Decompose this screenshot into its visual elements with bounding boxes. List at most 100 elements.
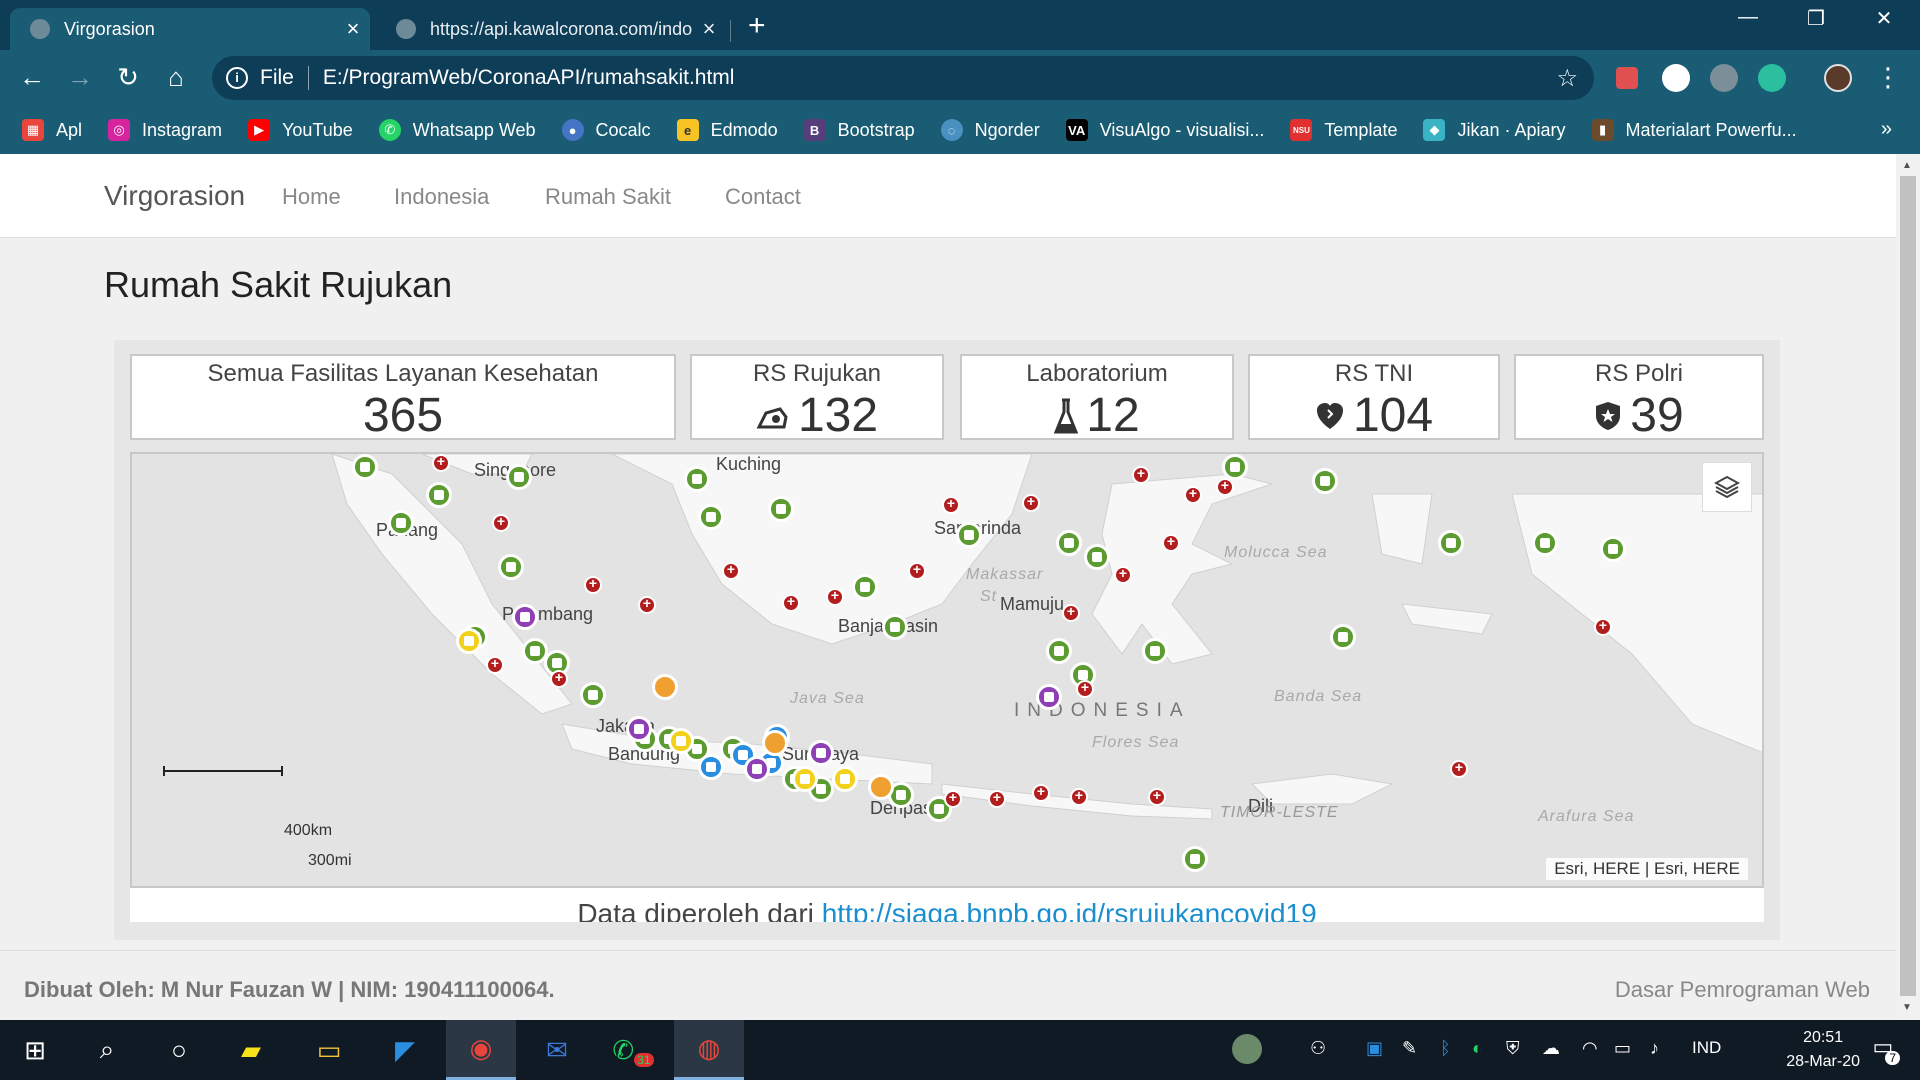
- hospital-marker[interactable]: [1330, 624, 1356, 650]
- hospital-marker[interactable]: [1114, 565, 1132, 584]
- hospital-marker[interactable]: [762, 730, 788, 756]
- tab-virgorasion[interactable]: Virgorasion ×: [10, 8, 370, 50]
- hospital-marker[interactable]: [698, 504, 724, 530]
- bookmark-apiary[interactable]: ◆ Jikan · Apiary: [1423, 119, 1566, 141]
- hospital-marker[interactable]: [584, 575, 602, 594]
- hospital-marker[interactable]: [944, 789, 962, 808]
- profile-avatar[interactable]: [1824, 64, 1852, 92]
- close-window-button[interactable]: ✕: [1854, 6, 1914, 31]
- hospital-marker[interactable]: [638, 595, 656, 614]
- hospital-marker[interactable]: [486, 655, 504, 674]
- app-icon[interactable]: ◍: [674, 1020, 744, 1080]
- hospital-marker[interactable]: [1438, 530, 1464, 556]
- hospital-marker[interactable]: [768, 496, 794, 522]
- hospital-marker[interactable]: [352, 454, 378, 480]
- back-icon[interactable]: ←: [14, 62, 50, 92]
- bookmark-template[interactable]: NSU Template: [1290, 119, 1397, 141]
- zoom-icon[interactable]: ▣: [1366, 1038, 1383, 1059]
- scrollbar-thumb[interactable]: [1900, 176, 1916, 996]
- onedrive-icon[interactable]: ☁: [1542, 1038, 1560, 1059]
- bookmark-visualgo[interactable]: VA VisuAlgo - visualisi...: [1065, 119, 1264, 141]
- hospital-marker[interactable]: [1056, 530, 1082, 556]
- hospital-marker[interactable]: [1142, 638, 1168, 664]
- hospital-marker[interactable]: [1216, 477, 1234, 496]
- cortana-icon[interactable]: ○: [144, 1020, 214, 1080]
- layers-button[interactable]: [1702, 462, 1752, 512]
- new-tab-button[interactable]: +: [748, 8, 766, 44]
- hospital-marker[interactable]: [668, 728, 694, 754]
- bookmark-bootstrap[interactable]: B Bootstrap: [803, 119, 915, 141]
- bookmark-ngorder[interactable]: ◌ Ngorder: [940, 119, 1040, 141]
- source-link[interactable]: http://siaga.bnpb.go.id/rsrujukancovid19: [822, 898, 1317, 922]
- hospital-marker[interactable]: [498, 554, 524, 580]
- hospital-marker[interactable]: [426, 482, 452, 508]
- reload-icon[interactable]: ↻: [110, 62, 146, 92]
- bookmark-cocalc[interactable]: ● Cocalc: [561, 119, 651, 141]
- hospital-marker[interactable]: [882, 614, 908, 640]
- hospital-marker[interactable]: [492, 513, 510, 532]
- bluetooth-icon[interactable]: ᛒ: [1440, 1038, 1451, 1059]
- hospital-marker[interactable]: [1450, 759, 1468, 778]
- forward-icon[interactable]: →: [62, 62, 98, 92]
- bookmark-instagram[interactable]: ◎ Instagram: [108, 119, 222, 141]
- hospital-marker[interactable]: [1062, 603, 1080, 622]
- page-scrollbar[interactable]: ▲ ▼: [1896, 154, 1920, 1020]
- bookmark-whatsapp[interactable]: ✆ Whatsapp Web: [378, 119, 536, 141]
- chrome-icon[interactable]: ◉: [446, 1020, 516, 1080]
- volume-icon[interactable]: ♪: [1650, 1038, 1659, 1059]
- bookmark-materialart[interactable]: ▮ Materialart Powerfu...: [1591, 119, 1797, 141]
- start-windows-icon[interactable]: ⊞: [0, 1020, 70, 1080]
- system-clock[interactable]: 20:51 28-Mar-20: [1786, 1026, 1860, 1074]
- hospital-marker[interactable]: [1022, 493, 1040, 512]
- hospital-marker[interactable]: [1162, 533, 1180, 552]
- people-icon[interactable]: ⚇: [1310, 1038, 1326, 1059]
- file-explorer-icon[interactable]: ▭: [294, 1020, 364, 1080]
- hospital-marker[interactable]: [1184, 485, 1202, 504]
- bookmark-youtube[interactable]: ▶ YouTube: [248, 119, 353, 141]
- home-icon[interactable]: ⌂: [158, 62, 194, 92]
- hospital-marker[interactable]: [512, 604, 538, 630]
- close-tab-icon[interactable]: ×: [336, 16, 370, 42]
- hospital-marker[interactable]: [626, 716, 652, 742]
- hospital-marker[interactable]: [988, 789, 1006, 808]
- bookmark-apl[interactable]: ▦ Apl: [22, 119, 82, 141]
- hospital-marker[interactable]: [722, 561, 740, 580]
- hospital-marker[interactable]: [550, 669, 568, 688]
- hospital-marker[interactable]: [852, 574, 878, 600]
- vscode-icon[interactable]: ◤: [370, 1020, 440, 1080]
- hospital-marker[interactable]: [1312, 468, 1338, 494]
- hospital-marker[interactable]: [868, 774, 894, 800]
- wifi-icon[interactable]: ◠: [1582, 1038, 1598, 1059]
- hospital-marker[interactable]: [808, 740, 834, 766]
- search-icon[interactable]: ⌕: [72, 1020, 142, 1080]
- notification-center-icon[interactable]: ▭7: [1873, 1034, 1908, 1065]
- hospital-marker[interactable]: [1182, 846, 1208, 872]
- close-tab-icon[interactable]: ×: [692, 16, 726, 42]
- hospital-marker[interactable]: [744, 756, 770, 782]
- sticky-notes-icon[interactable]: ▰: [216, 1020, 286, 1080]
- hospital-marker[interactable]: [1076, 679, 1094, 698]
- hospital-marker[interactable]: [580, 682, 606, 708]
- extension-icon[interactable]: [1616, 67, 1638, 89]
- bookmark-star-icon[interactable]: ☆: [1556, 64, 1578, 93]
- hospital-marker[interactable]: [792, 766, 818, 792]
- hospital-marker[interactable]: [456, 628, 482, 654]
- hospital-map[interactable]: Singapore Kuching Padang Palembang Samar…: [130, 452, 1764, 888]
- whatsapp-taskbar-icon[interactable]: ✆ 31: [598, 1020, 668, 1080]
- hospital-marker[interactable]: [942, 495, 960, 514]
- hospital-marker[interactable]: [506, 464, 532, 490]
- hospital-marker[interactable]: [1036, 684, 1062, 710]
- hospital-marker[interactable]: [1594, 617, 1612, 636]
- nav-contact[interactable]: Contact: [725, 184, 801, 210]
- hospital-marker[interactable]: [684, 466, 710, 492]
- hospital-marker[interactable]: [1070, 787, 1088, 806]
- hospital-marker[interactable]: [1046, 638, 1072, 664]
- nav-rumah-sakit[interactable]: Rumah Sakit: [545, 184, 671, 210]
- hospital-marker[interactable]: [1032, 783, 1050, 802]
- hospital-marker[interactable]: [782, 593, 800, 612]
- hospital-marker[interactable]: [652, 674, 678, 700]
- hospital-marker[interactable]: [908, 561, 926, 580]
- extension-icon[interactable]: [1710, 64, 1738, 92]
- battery-icon[interactable]: ▭: [1614, 1038, 1631, 1059]
- hospital-marker[interactable]: [698, 754, 724, 780]
